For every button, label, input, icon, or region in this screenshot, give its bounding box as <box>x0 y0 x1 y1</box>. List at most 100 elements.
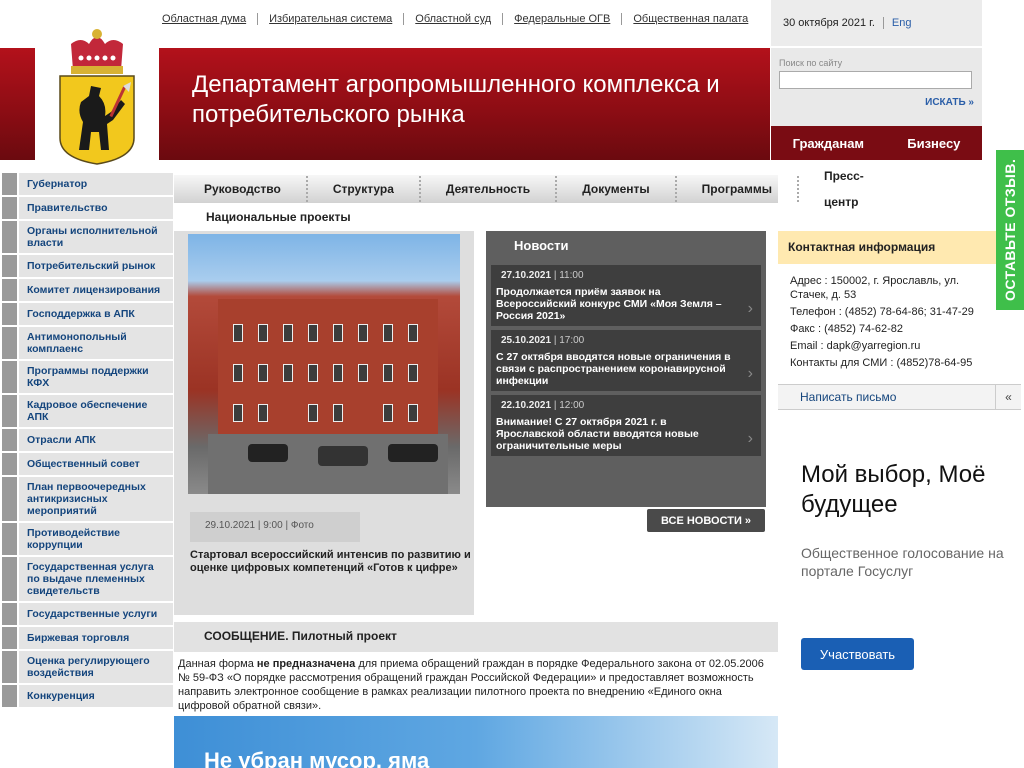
feedback-tab[interactable]: ОСТАВЬТЕ ОТЗЫВ. <box>996 150 1024 310</box>
contact-panel: Контактная информация Адрес : 150002, г.… <box>778 231 998 381</box>
contact-email[interactable]: Email : dapk@yarregion.ru <box>790 339 988 353</box>
left-nav-label: Противодействие коррупции <box>19 523 173 555</box>
left-nav-label: Программы поддержки КФХ <box>19 361 173 393</box>
left-nav-label: Государственные услуги <box>19 603 173 625</box>
left-nav-item[interactable]: Программы поддержки КФХ <box>2 361 173 395</box>
bullet-icon <box>2 255 19 277</box>
featured-photo[interactable] <box>188 234 460 494</box>
bullet-icon <box>2 557 19 601</box>
top-link[interactable]: Областная дума <box>162 13 259 25</box>
search-panel: Поиск по сайту ИСКАТЬ » <box>771 48 982 126</box>
search-button[interactable]: ИСКАТЬ » <box>779 97 974 108</box>
left-nav-item[interactable]: Оценка регулирующего воздействия <box>2 651 173 685</box>
write-letter-link[interactable]: Написать письмо « <box>778 384 1021 410</box>
gosuslugi-banner: Мой выбор, Моё будущее Общественное голо… <box>781 414 1019 768</box>
left-nav-label: Потребительский рынок <box>19 255 173 277</box>
news-item[interactable]: 27.10.2021 | 11:00 Продолжается приём за… <box>491 265 761 326</box>
left-nav-item[interactable]: Органы исполнительной власти <box>2 221 173 255</box>
chevron-right-icon: › <box>747 365 753 382</box>
menu-item[interactable]: Деятельность <box>421 176 558 202</box>
news-time: 12:00 <box>559 400 585 411</box>
all-news-button[interactable]: ВСЕ НОВОСТИ » <box>647 509 765 532</box>
left-nav-label: Кадровое обеспечение АПК <box>19 395 173 427</box>
left-nav: Губернатор Правительство Органы исполнит… <box>2 173 173 709</box>
audience-citizens[interactable]: Гражданам <box>793 136 864 151</box>
bullet-icon <box>2 523 19 555</box>
coat-of-arms-logo[interactable] <box>35 0 159 168</box>
news-text: Продолжается приём заявок на Всероссийск… <box>496 286 722 322</box>
left-nav-item[interactable]: Потребительский рынок <box>2 255 173 279</box>
chevron-right-icon: › <box>747 430 753 447</box>
bullet-icon <box>2 221 19 253</box>
lang-switch[interactable]: Eng <box>882 17 911 29</box>
top-link[interactable]: Избирательная система <box>258 13 405 25</box>
contact-fax: Факс : (4852) 74-62-82 <box>790 323 903 335</box>
menu-item[interactable]: Документы <box>557 176 677 202</box>
date-box: 30 октября 2021 г. Eng <box>771 0 982 46</box>
left-nav-label: Биржевая торговля <box>19 627 173 649</box>
search-label: Поиск по сайту <box>779 58 843 68</box>
message-pre: Данная форма <box>178 658 257 670</box>
menu-item[interactable]: Программы <box>677 176 799 202</box>
news-time: 17:00 <box>559 335 585 346</box>
left-nav-label: Государственная услуга по выдаче племенн… <box>19 557 173 601</box>
news-item[interactable]: 25.10.2021 | 17:00 С 27 октября вводятся… <box>491 330 761 391</box>
top-link[interactable]: Областной суд <box>404 13 504 25</box>
menu-item[interactable]: Пресс-центр <box>799 163 889 215</box>
left-nav-label: Оценка регулирующего воздействия <box>19 651 173 683</box>
bullet-icon <box>2 303 19 325</box>
message-bold: не предназначена <box>256 658 356 670</box>
top-link[interactable]: Федеральные ОГВ <box>503 13 623 25</box>
left-nav-label: Конкуренция <box>19 685 173 707</box>
feedback-banner[interactable]: Не убран мусор, яма <box>174 716 778 768</box>
participate-button[interactable]: Участвовать <box>801 638 914 670</box>
main-menu: Руководство Структура Деятельность Докум… <box>174 169 864 209</box>
bullet-icon <box>2 279 19 301</box>
left-nav-item[interactable]: Правительство <box>2 197 173 221</box>
news-text: С 27 октября вводятся новые ограничения … <box>496 351 731 387</box>
left-nav-label: Органы исполнительной власти <box>19 221 173 253</box>
featured-time: 9:00 <box>263 520 283 531</box>
top-link[interactable]: Общественная палата <box>622 13 759 25</box>
featured-date: 29.10.2021 <box>205 520 256 531</box>
menu-item[interactable]: Руководство <box>174 176 308 202</box>
news-date: 22.10.2021 <box>501 400 552 411</box>
news-text: Внимание! С 27 октября 2021 г. в Ярослав… <box>496 416 699 452</box>
left-nav-item[interactable]: Губернатор <box>2 173 173 197</box>
menu-item[interactable]: Структура <box>308 176 421 202</box>
left-nav-item[interactable]: Антимонопольный комплаенс <box>2 327 173 361</box>
chevron-right-icon: › <box>747 300 753 317</box>
left-nav-label: Отрасли АПК <box>19 429 173 451</box>
left-nav-item[interactable]: Государственная услуга по выдаче племенн… <box>2 557 173 603</box>
banner-text: Не убран мусор, яма <box>204 748 430 768</box>
left-nav-item[interactable]: План первоочередных антикризисных меропр… <box>2 477 173 523</box>
contact-title: Контактная информация <box>778 231 998 264</box>
message-text: Данная форма не предназначена для приема… <box>178 657 774 713</box>
contact-phone: Телефон : (4852) 78-64-86; 31-47-29 <box>790 306 974 318</box>
collapse-icon[interactable]: « <box>995 385 1021 409</box>
write-letter-label: Написать письмо <box>800 390 897 404</box>
news-title: Новости <box>514 238 569 253</box>
left-nav-item[interactable]: Биржевая торговля <box>2 627 173 651</box>
left-nav-item[interactable]: Противодействие коррупции <box>2 523 173 557</box>
news-panel: Новости 27.10.2021 | 11:00 Продолжается … <box>486 231 766 507</box>
news-item[interactable]: 22.10.2021 | 12:00 Внимание! С 27 октябр… <box>491 395 761 456</box>
bullet-icon <box>2 173 19 195</box>
left-nav-label: Правительство <box>19 197 173 219</box>
contact-address: Адрес : 150002, г. Ярославль, ул. Стачек… <box>790 275 960 301</box>
audience-business[interactable]: Бизнесу <box>907 136 960 151</box>
bullet-icon <box>2 327 19 359</box>
submenu-national-projects[interactable]: Национальные проекты <box>206 210 351 224</box>
bullet-icon <box>2 197 19 219</box>
left-nav-item[interactable]: Государственные услуги <box>2 603 173 627</box>
top-links: Областная дума Избирательная система Обл… <box>162 13 759 25</box>
left-nav-item[interactable]: Кадровое обеспечение АПК <box>2 395 173 429</box>
search-input[interactable] <box>779 71 972 89</box>
left-nav-label: План первоочередных антикризисных меропр… <box>19 477 173 521</box>
featured-title[interactable]: Стартовал всероссийский интенсив по разв… <box>190 549 472 575</box>
left-nav-item[interactable]: Конкуренция <box>2 685 173 709</box>
left-nav-item[interactable]: Общественный совет <box>2 453 173 477</box>
left-nav-item[interactable]: Господдержка в АПК <box>2 303 173 327</box>
left-nav-item[interactable]: Отрасли АПК <box>2 429 173 453</box>
left-nav-item[interactable]: Комитет лицензирования <box>2 279 173 303</box>
